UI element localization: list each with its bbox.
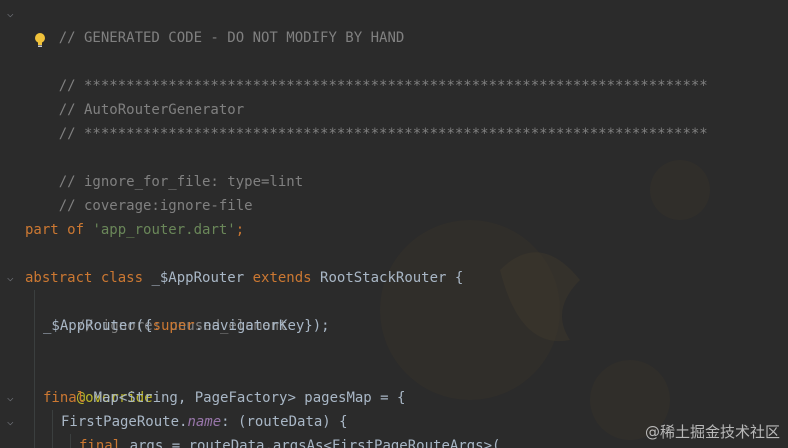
comment: // GENERATED CODE - DO NOT MODIFY BY HAN… (58, 30, 405, 46)
indent-guide (34, 290, 35, 448)
fold-chevron-icon[interactable]: ⌵ (7, 2, 19, 26)
code-line-3: // *************************************… (25, 50, 708, 94)
constructor-rest: .navigatorKey}); (194, 318, 330, 334)
code-line-13: // ignore: unused_element (43, 290, 288, 334)
code-line-7: // ignore_for_file: type=lint (25, 146, 303, 190)
keyword: part of (25, 222, 93, 238)
code-line-17: final Map<String, PageFactory> pagesMap … (43, 386, 405, 410)
lambda: : (routeData) { (221, 414, 348, 430)
semicolon: ; (235, 222, 245, 238)
keyword: abstract class (25, 270, 152, 286)
keyword: extends (252, 270, 321, 286)
fold-chevron-icon[interactable]: ⌵ (7, 386, 19, 410)
code-line-4: // AutoRouterGenerator (25, 74, 244, 118)
code-line-5: // *************************************… (25, 98, 708, 142)
code-line-19: final args = routeData.argsAs<FirstPageR… (79, 434, 500, 448)
keyword: final (43, 390, 94, 406)
code-line-12: abstract class _$AppRouter extends RootS… (25, 266, 463, 290)
code-line-14: _$AppRouter({super.navigatorKey}); (43, 314, 330, 338)
code-line-16: @override (43, 362, 153, 406)
fold-chevron-icon[interactable]: ⌵ (7, 266, 19, 290)
route-class: FirstPageRoute. (61, 414, 188, 430)
args-statement: args = routeData.argsAs<FirstPageRouteAr… (129, 438, 501, 448)
class-name: _$AppRouter (151, 270, 253, 286)
code-line-18: FirstPageRoute.name: (routeData) { (61, 410, 348, 434)
code-line-10: part of 'app_router.dart'; (25, 218, 244, 242)
constructor: _$AppRouter({ (43, 318, 153, 334)
watermark: @稀土掘金技术社区 (644, 423, 780, 441)
field-declaration: Map<String, PageFactory> pagesMap = { (93, 390, 406, 406)
code-line-8: // coverage:ignore-file (25, 170, 253, 214)
comment: // *************************************… (58, 126, 708, 142)
keyword: final (79, 438, 130, 448)
fold-chevron-icon[interactable]: ⌵ (7, 410, 19, 434)
code-editor[interactable]: ⌵ ⌵ ⌵ ⌵ // GENERATED CODE - DO NOT MODIF… (0, 0, 788, 448)
indent-guide (70, 434, 71, 448)
background-art (380, 160, 710, 440)
code-line-1: // GENERATED CODE - DO NOT MODIFY BY HAN… (25, 2, 405, 46)
static-field: name (187, 414, 222, 430)
comment: // coverage:ignore-file (58, 198, 253, 214)
editor-gutter (0, 0, 22, 448)
superclass-name: RootStackRouter { (320, 270, 464, 286)
string-literal: 'app_router.dart' (92, 222, 236, 238)
keyword: super (152, 318, 195, 334)
